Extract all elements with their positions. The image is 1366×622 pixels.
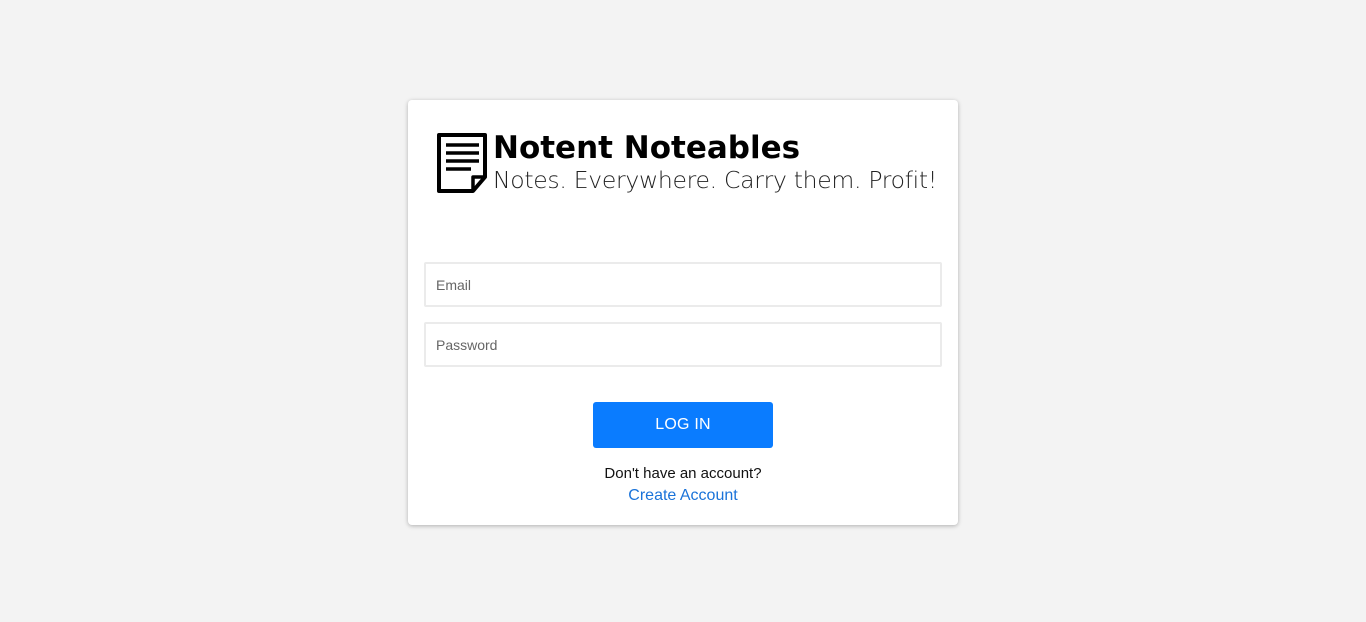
no-account-text: Don't have an account? <box>604 465 762 482</box>
app-tagline: Notes. Everywhere. Carry them. Profit! <box>493 166 937 194</box>
create-account-container: Create Account <box>408 487 958 505</box>
login-card: Notent Noteables Notes. Everywhere. Carr… <box>408 100 958 525</box>
app-logo: Notent Noteables Notes. Everywhere. Carr… <box>435 130 937 196</box>
app-title: Notent Noteables <box>493 130 801 166</box>
create-account-link[interactable]: Create Account <box>628 487 737 504</box>
note-page-icon <box>437 133 487 193</box>
login-button[interactable]: LOG IN <box>593 402 773 448</box>
email-input[interactable] <box>424 262 942 307</box>
password-input[interactable] <box>424 322 942 367</box>
